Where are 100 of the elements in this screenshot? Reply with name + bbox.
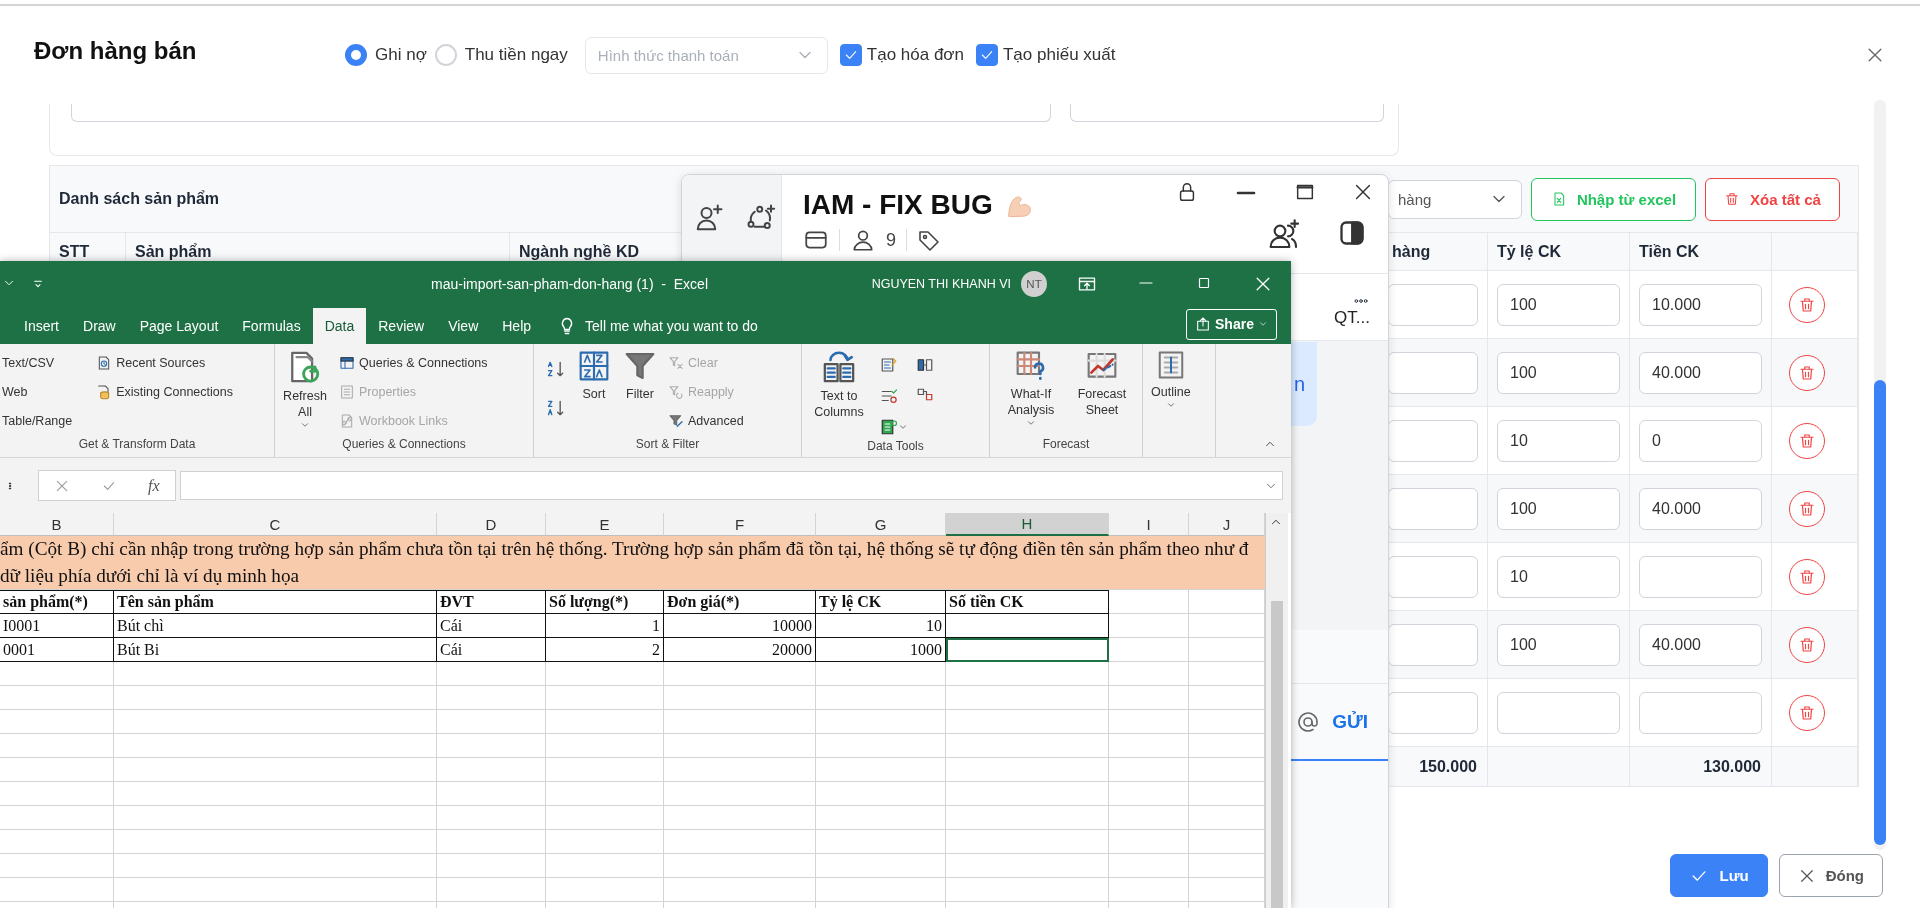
ribbon-button[interactable]: Queries & Connections [337, 350, 490, 375]
column-header[interactable]: D [437, 513, 546, 536]
input-field[interactable] [1388, 419, 1478, 462]
ribbon-button[interactable]: Text/CSV [0, 350, 75, 375]
delete-button[interactable] [1789, 626, 1825, 663]
table-cell: 1 [546, 614, 664, 638]
input-field[interactable]: 40.000 [1639, 351, 1762, 394]
ribbon-tab[interactable]: Help [490, 308, 544, 344]
table-icon [339, 354, 355, 371]
delete-button[interactable] [1789, 694, 1825, 731]
section-title: Danh sách sản phẩm [59, 190, 220, 208]
share-button[interactable]: Share [1186, 308, 1277, 340]
tag-icon[interactable] [917, 228, 941, 252]
ribbon-button[interactable]: Filter [620, 350, 660, 437]
input-field[interactable] [1388, 555, 1478, 598]
input-field[interactable]: 100 [1497, 283, 1620, 326]
total-amount: 150.000 [1419, 757, 1477, 776]
trash-icon [1798, 295, 1816, 314]
ribbon-button[interactable]: Advanced [666, 408, 746, 433]
column-header[interactable]: C [114, 513, 437, 536]
ribbon-tab[interactable]: Review [366, 308, 437, 344]
tell-me-search[interactable]: Tell me what you want to do [557, 308, 758, 344]
send-button[interactable]: GỬI [1332, 710, 1368, 733]
input-field[interactable] [1388, 691, 1478, 734]
column-header[interactable]: I [1109, 513, 1189, 536]
delete-button[interactable] [1789, 422, 1825, 459]
close-button[interactable]: Đóng [1778, 854, 1883, 897]
person-plus-icon[interactable] [694, 203, 724, 233]
ribbon-button[interactable]: Table/Range [0, 408, 75, 433]
ribbon-button[interactable]: Text to Columns [806, 350, 872, 420]
header-cell: ĐVT [437, 590, 546, 614]
ribbon-button[interactable]: Outline [1147, 350, 1195, 437]
ribbon-button[interactable]: Web [0, 379, 75, 404]
ribbon-button[interactable]: Recent Sources [94, 350, 235, 375]
input-field[interactable] [71, 104, 1051, 122]
radio-button[interactable]: Ghi nợ [345, 44, 427, 66]
input-field[interactable]: 40.000 [1639, 623, 1762, 666]
input-field[interactable]: 100 [1497, 487, 1620, 530]
scrollbar[interactable] [1265, 513, 1288, 908]
mention-icon[interactable] [1296, 709, 1321, 734]
delete-button[interactable] [1789, 558, 1825, 595]
input-field[interactable] [1639, 555, 1762, 598]
input-field[interactable] [1069, 104, 1384, 122]
chat-title: IAM - FIX BUG [803, 189, 993, 221]
delete-button[interactable] [1789, 286, 1825, 323]
radio-button[interactable]: Thu tiền ngay [434, 44, 568, 66]
input-field[interactable] [1388, 623, 1478, 666]
delete-button[interactable] [1789, 490, 1825, 527]
formula-field[interactable] [180, 471, 1283, 500]
ribbon-tab[interactable]: Insert [12, 308, 71, 344]
delete-all-button[interactable]: Xóa tất cả [1705, 177, 1840, 221]
ribbon-button[interactable]: What-If Analysis [994, 350, 1068, 428]
table-cell: 10 [816, 614, 946, 638]
column-header[interactable]: E [546, 513, 664, 536]
data-tool-glyph-icon [880, 386, 898, 405]
ribbon-tab[interactable]: View [436, 308, 491, 344]
column-header[interactable]: B [0, 513, 114, 536]
column-header[interactable]: J [1189, 513, 1265, 536]
input-field[interactable]: 10.000 [1639, 283, 1762, 326]
checkbox[interactable]: Tạo hóa đơn [839, 44, 964, 66]
save-button[interactable]: Lưu [1670, 854, 1768, 897]
column-header: Tiền CK [1639, 242, 1700, 261]
input-field[interactable]: 10 [1497, 419, 1620, 462]
active-cell[interactable] [946, 638, 1109, 662]
ribbon-button[interactable]: Sort [574, 350, 614, 437]
input-field[interactable] [1388, 487, 1478, 530]
ribbon-tab[interactable]: Draw [71, 308, 128, 344]
member-count: 9 [886, 229, 896, 251]
checkbox[interactable]: Tạo phiếu xuất [975, 44, 1116, 66]
share-icon [1195, 316, 1212, 332]
trash-icon [1798, 703, 1816, 722]
input-field[interactable]: 40.000 [1639, 487, 1762, 530]
input-field[interactable] [1388, 283, 1478, 326]
ribbon-tab[interactable]: Data [312, 308, 367, 344]
delete-button[interactable] [1789, 354, 1825, 391]
insert-function-button[interactable]: fx [148, 476, 160, 495]
input-field[interactable] [1497, 691, 1620, 734]
ribbon-tab[interactable]: Page Layout [127, 308, 231, 344]
ribbon-button[interactable]: Existing Connections [94, 379, 235, 404]
ribbon-button[interactable]: Refresh All [279, 350, 331, 430]
type-select[interactable]: hàng [1388, 179, 1522, 219]
input-field[interactable]: 10 [1497, 555, 1620, 598]
table-cell: 10000 [664, 614, 816, 638]
panel-toggle-icon[interactable] [1338, 219, 1366, 247]
people-add-icon[interactable] [1268, 219, 1300, 251]
conversation-preview: QT... [1334, 308, 1370, 328]
caret-icon [300, 420, 310, 430]
column-header[interactable]: G [816, 513, 946, 536]
input-field[interactable]: 0 [1639, 419, 1762, 462]
input-field[interactable]: 100 [1497, 623, 1620, 666]
column-header[interactable]: F [664, 513, 816, 536]
caret-icon [1165, 400, 1176, 410]
ribbon-button[interactable]: Forecast Sheet [1070, 350, 1134, 418]
input-field[interactable] [1388, 351, 1478, 394]
scrollbar[interactable] [1874, 100, 1886, 850]
input-field[interactable] [1639, 691, 1762, 734]
user-avatar[interactable]: NT [1021, 270, 1047, 297]
input-field[interactable]: 100 [1497, 351, 1620, 394]
column-header[interactable]: H [946, 513, 1109, 536]
ribbon-tab[interactable]: Formulas [230, 308, 313, 344]
